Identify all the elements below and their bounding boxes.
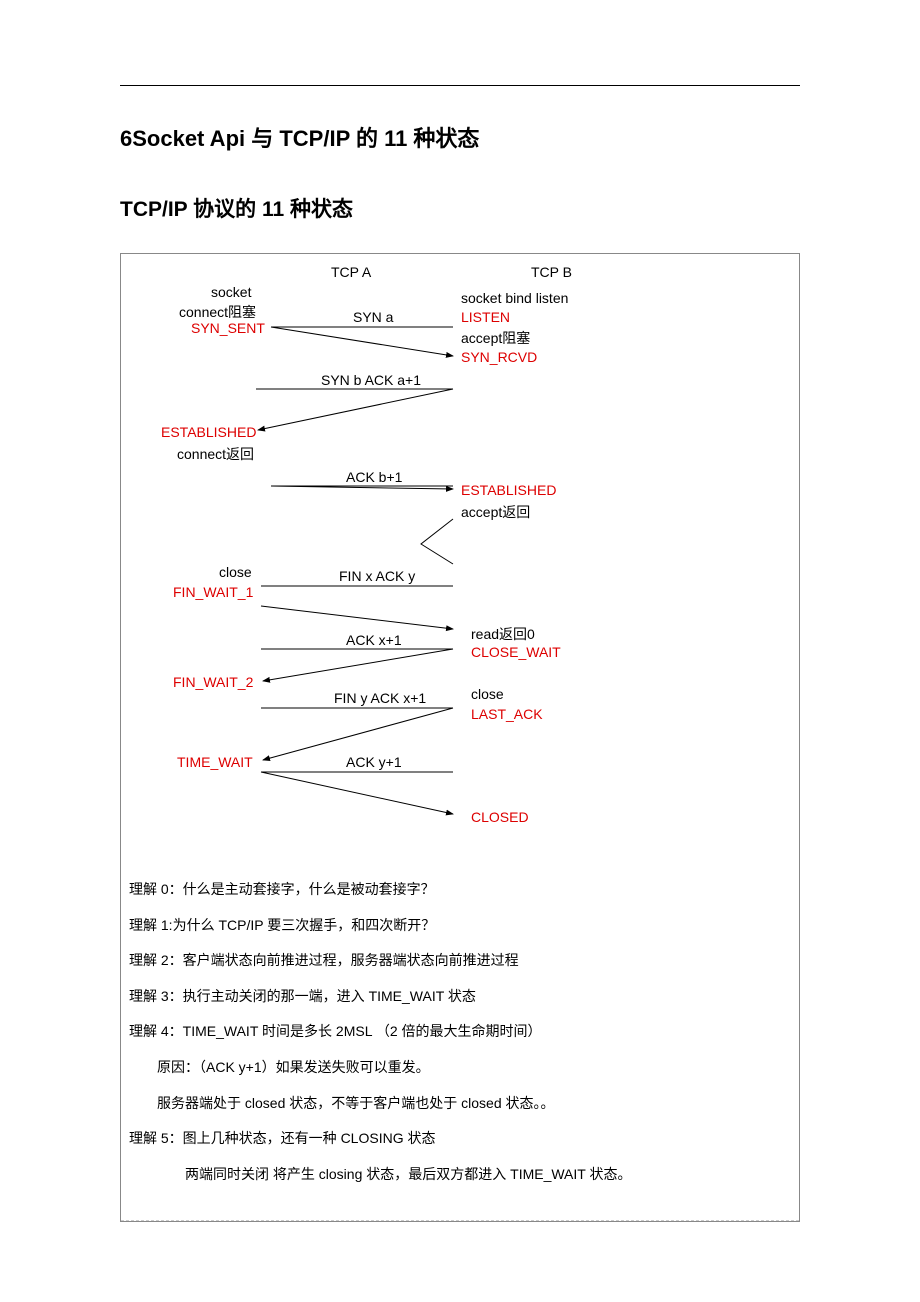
label-accept-return: accept返回 (461, 502, 530, 522)
header-tcp-b: TCP B (531, 264, 572, 280)
note-5: 理解 5：图上几种状态，还有一种 CLOSING 状态 (129, 1129, 791, 1149)
note-0: 理解 0：什么是主动套接字，什么是被动套接字？ (129, 880, 791, 900)
note-4: 理解 4：TIME_WAIT 时间是多长 2MSL （2 倍的最大生命期时间） (129, 1022, 791, 1042)
state-listen: LISTEN (461, 309, 510, 325)
arrow-label-ack-b1: ACK b+1 (346, 469, 402, 485)
arrow-label-fin-y: FIN y ACK x+1 (334, 690, 426, 706)
arrow-label-ack-x1: ACK x+1 (346, 632, 402, 648)
header-tcp-a: TCP A (331, 264, 371, 280)
main-title: 6Socket Api 与 TCP/IP 的 11 种状态 (120, 121, 800, 153)
note-4a: 原因：（ACK y+1）如果发送失败可以重发。 (129, 1058, 791, 1078)
footer-dashed-line (121, 1220, 799, 1221)
state-fin-wait-2: FIN_WAIT_2 (173, 674, 253, 690)
label-connect-return: connect返回 (177, 444, 254, 464)
state-time-wait: TIME_WAIT (177, 754, 253, 770)
label-socket-bind-listen: socket bind listen (461, 290, 568, 306)
arrow-label-fin-x: FIN x ACK y (339, 568, 415, 584)
state-close-wait: CLOSE_WAIT (471, 644, 561, 660)
note-3: 理解 3：执行主动关闭的那一端，进入 TIME_WAIT 状态 (129, 987, 791, 1007)
state-syn-rcvd: SYN_RCVD (461, 349, 537, 365)
arrow-label-ack-y1: ACK y+1 (346, 754, 402, 770)
label-connect-block: connect阻塞 (179, 302, 256, 322)
note-4b: 服务器端处于 closed 状态，不等于客户端也处于 closed 状态。。 (129, 1094, 791, 1114)
notes-section: 理解 0：什么是主动套接字，什么是被动套接字？ 理解 1:为什么 TCP/IP … (121, 854, 799, 1212)
note-2: 理解 2：客户端状态向前推进过程，服务器端状态向前推进过程 (129, 951, 791, 971)
sub-title: TCP/IP 协议的 11 种状态 (120, 193, 800, 223)
arrow-label-syn-a: SYN a (353, 309, 393, 325)
state-last-ack: LAST_ACK (471, 706, 543, 722)
label-socket: socket (211, 284, 251, 300)
state-established-a: ESTABLISHED (161, 424, 256, 440)
state-established-b: ESTABLISHED (461, 482, 556, 498)
label-read-return-0: read返回0 (471, 624, 535, 644)
tcp-state-diagram: TCP A TCP B socket connect阻塞 SYN_SENT ES… (121, 254, 799, 854)
label-accept-block: accept阻塞 (461, 328, 530, 348)
state-closed: CLOSED (471, 809, 529, 825)
state-fin-wait-1: FIN_WAIT_1 (173, 584, 253, 600)
label-close-b: close (471, 686, 504, 702)
note-5a: 两端同时关闭 将产生 closing 状态，最后双方都进入 TIME_WAIT … (129, 1165, 791, 1185)
label-close-a: close (219, 564, 252, 580)
state-syn-sent: SYN_SENT (191, 320, 265, 336)
diagram-container: TCP A TCP B socket connect阻塞 SYN_SENT ES… (120, 253, 800, 1222)
page-header-rule (120, 85, 800, 86)
note-1: 理解 1:为什么 TCP/IP 要三次握手，和四次断开？ (129, 916, 791, 936)
arrow-label-syn-b-ack: SYN b ACK a+1 (321, 372, 421, 388)
